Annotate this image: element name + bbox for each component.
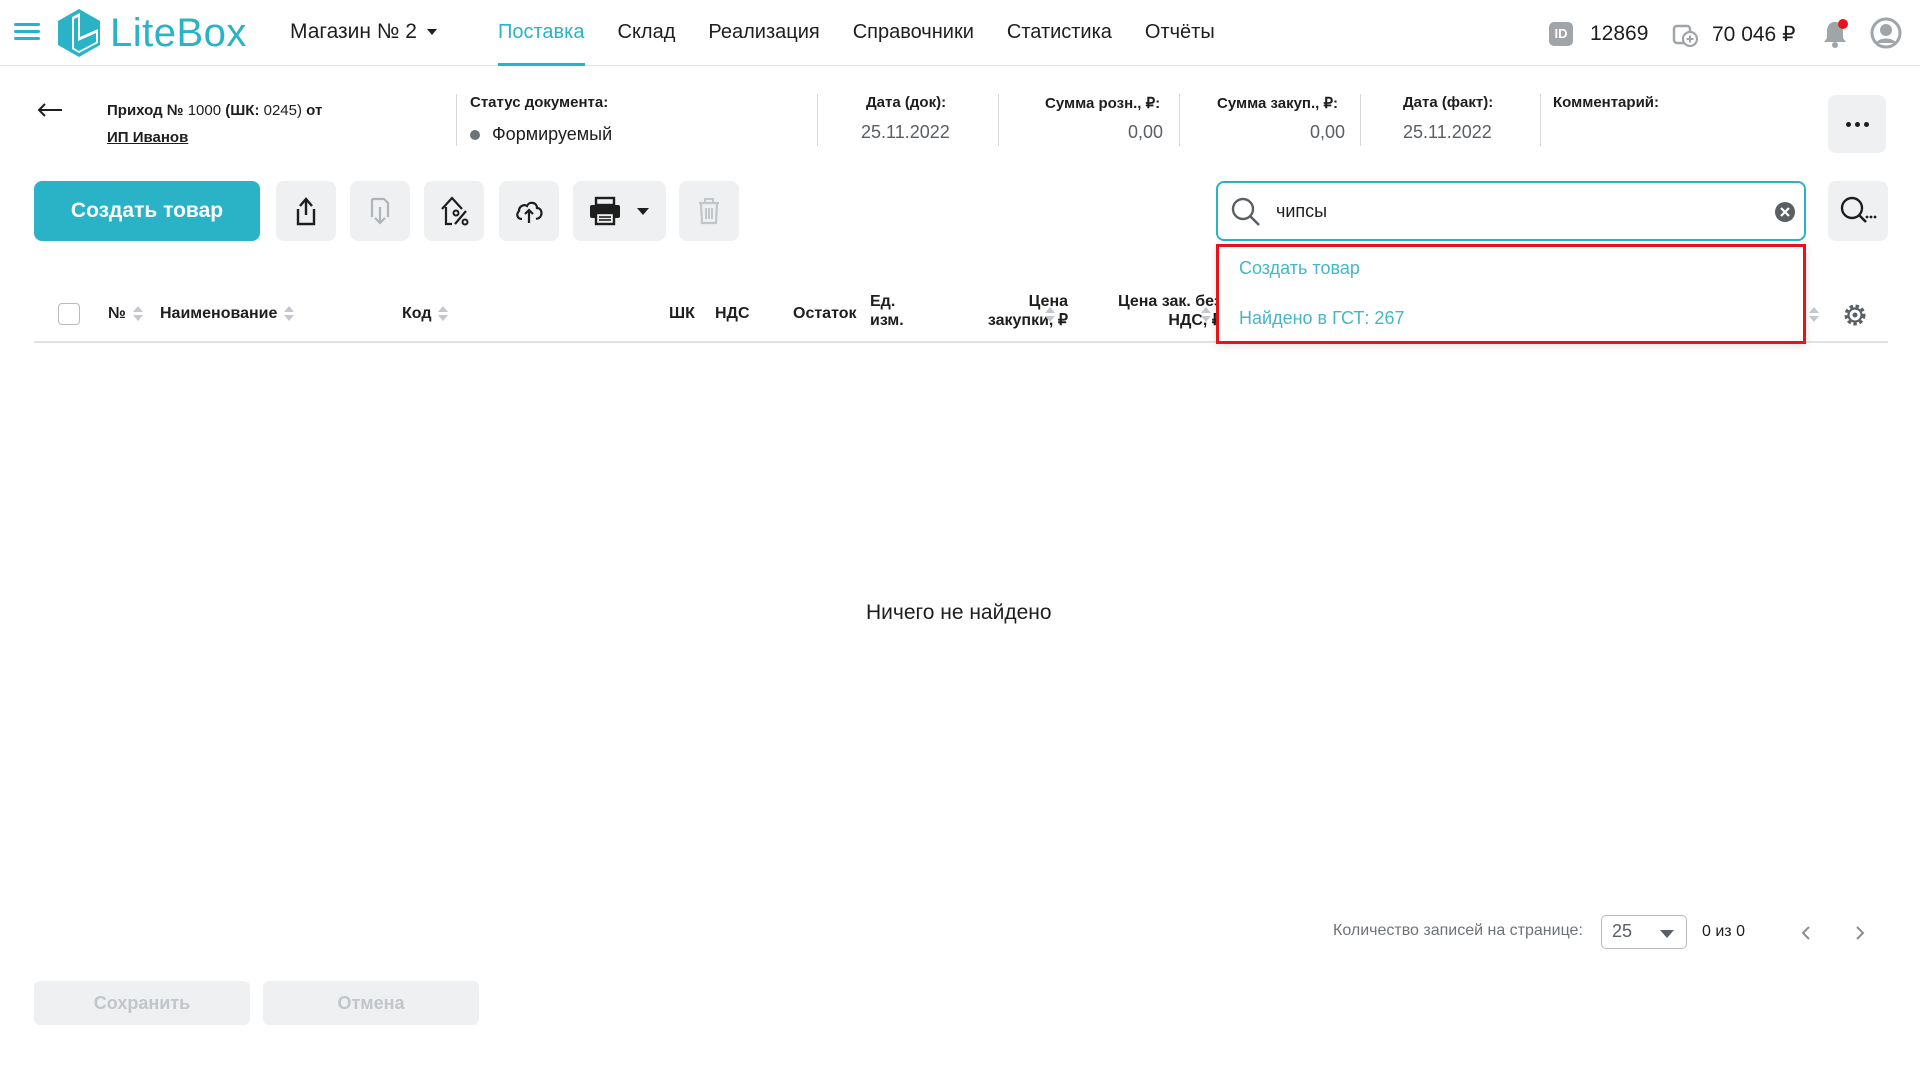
litebox-logo-icon [58,9,100,57]
date-fact-value[interactable]: 25.11.2022 [1403,122,1492,143]
chevron-right-icon[interactable] [1850,922,1870,944]
doc-barcode: 0245) [263,102,302,119]
document-title: Приход № 1000 (ШК: 0245) от ИП Иванов [107,97,322,151]
column-header-stock: Остаток [793,305,857,322]
search-icon [1231,197,1260,226]
account-id: 12869 [1590,22,1649,45]
store-selector[interactable]: Магазин № 2 [290,20,437,44]
divider [998,94,999,146]
sort-icon[interactable] [1044,306,1056,324]
menu-icon[interactable] [14,23,40,43]
column-header-vat: НДС [715,305,750,322]
chevron-left-icon[interactable] [1796,922,1816,944]
column-header-name[interactable]: Наименование [160,304,295,323]
download-icon [370,197,390,225]
import-button[interactable] [350,181,410,241]
more-options-button[interactable] [1828,95,1886,153]
suggestion-found-in-gst[interactable]: Найдено в ГСТ: 267 [1239,308,1404,329]
more-dots-icon [1845,121,1851,127]
cancel-button[interactable]: Отмена [263,981,479,1025]
wallet-add-icon[interactable] [1672,21,1698,47]
nav-item-statistika[interactable]: Статистика [1007,0,1112,66]
comment-label: Комментарий: [1553,94,1660,111]
divider [456,94,457,146]
gear-icon[interactable] [1842,302,1868,328]
select-all-checkbox[interactable] [58,303,80,325]
store-name: Магазин № 2 [290,20,417,43]
main-nav: Поставка Склад Реализация Справочники Ст… [498,0,1248,66]
advanced-search-button[interactable] [1828,181,1888,241]
retail-sum-label: Сумма розн., ₽: [1045,95,1161,112]
cloud-upload-button[interactable] [499,181,559,241]
doc-from-label: от [306,102,323,119]
column-header-number[interactable]: № [108,304,144,323]
nav-item-realizaciya[interactable]: Реализация [708,0,819,66]
search-suggestions-dropdown: Создать товар Найдено в ГСТ: 267 [1216,244,1806,344]
top-bar: LiteBox Магазин № 2 Поставка Склад Реали… [0,0,1920,66]
empty-state-text: Ничего не найдено [866,601,1052,624]
doc-barcode-label: (ШК: [225,102,260,119]
purchase-sum-label: Сумма закуп., ₽: [1217,95,1339,112]
column-header-barcode: ШК [669,305,695,322]
nav-item-postavka[interactable]: Поставка [498,0,585,66]
search-input[interactable] [1276,195,1736,227]
price-tag-button[interactable] [424,181,484,241]
sort-icon[interactable] [132,305,144,323]
chevron-down-icon [1660,930,1674,938]
sort-icon[interactable] [1200,306,1212,324]
suggestion-create-product[interactable]: Создать товар [1239,258,1360,279]
purchase-sum-value: 0,00 [1310,122,1346,142]
id-icon: ID [1549,22,1573,46]
search-field[interactable] [1216,181,1806,241]
sort-icon[interactable] [437,305,449,323]
printer-icon [590,196,620,226]
divider [817,94,818,146]
column-header-code[interactable]: Код [402,304,449,323]
per-page-select[interactable]: 25 [1601,915,1687,949]
date-doc-label: Дата (док): [866,94,947,111]
sort-icon[interactable] [1808,306,1820,324]
save-button[interactable]: Сохранить [34,981,250,1025]
delete-button[interactable] [679,181,739,241]
price-percent-icon [441,196,469,226]
status-value: Формируемый [470,124,612,145]
date-fact-label: Дата (факт): [1403,94,1494,111]
clear-icon[interactable] [1774,201,1796,223]
create-product-button[interactable]: Создать товар [34,181,260,241]
chevron-down-icon [426,29,437,35]
per-page-value: 25 [1612,921,1633,941]
divider [1179,94,1180,146]
doc-number: 1000 [187,102,222,119]
column-header-unit: Ед. изм. [870,293,904,329]
print-button[interactable] [573,181,666,241]
divider [1540,94,1541,146]
retail-sum-value: 0,00 [1128,122,1164,142]
advanced-search-icon [1840,196,1877,223]
record-count: 0 из 0 [1702,923,1745,940]
back-arrow-icon[interactable] [36,100,64,120]
sort-icon[interactable] [283,305,295,323]
cloud-upload-icon [516,201,543,223]
nav-item-sklad[interactable]: Склад [618,0,676,66]
status-text: Формируемый [492,124,613,144]
status-label: Статус документа: [470,94,609,111]
logo-text: LiteBox [110,10,247,55]
user-avatar-icon[interactable] [1870,17,1902,49]
bell-icon[interactable] [1820,18,1850,50]
supplier-link[interactable]: ИП Иванов [107,124,322,151]
doc-prefix: Приход № [107,102,184,119]
export-button[interactable] [276,181,336,241]
balance: 70 046 ₽ [1712,23,1796,46]
logo[interactable]: LiteBox [54,6,247,60]
divider [1360,94,1361,146]
chevron-down-icon [637,207,649,215]
nav-item-spravochniki[interactable]: Справочники [853,0,974,66]
date-doc-value[interactable]: 25.11.2022 [861,122,950,143]
trash-icon [699,198,719,225]
nav-item-otchety[interactable]: Отчёты [1145,0,1215,66]
upload-icon [296,197,316,226]
status-dot [470,129,480,140]
per-page-label: Количество записей на странице: [1333,922,1583,939]
